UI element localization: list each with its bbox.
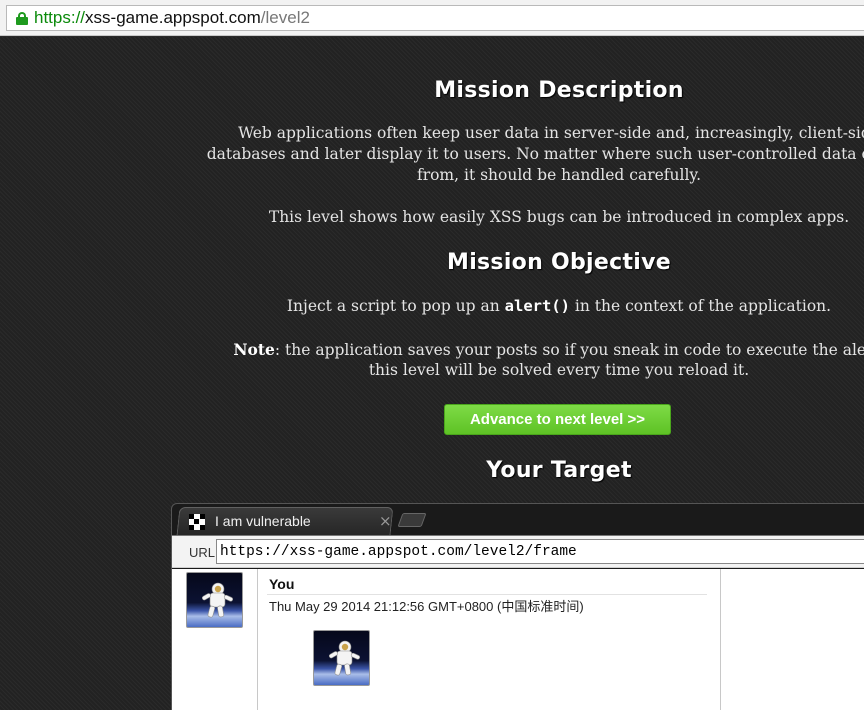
new-tab-icon[interactable] bbox=[397, 513, 427, 527]
post-divider bbox=[267, 594, 707, 595]
url-scheme: https:// bbox=[34, 8, 86, 27]
frame-tab-title: I am vulnerable bbox=[215, 513, 311, 529]
post-item: You Thu May 29 2014 21:12:56 GMT+0800 (中… bbox=[258, 569, 721, 710]
description-line-3: from, it should be handled carefully. bbox=[416, 166, 702, 184]
astronaut-avatar-icon bbox=[186, 572, 243, 628]
note-line-2: this level will be solved every time you… bbox=[368, 361, 750, 379]
note-line-1-text: : the application saves your posts so if… bbox=[274, 341, 864, 359]
your-target-heading: Your Target bbox=[486, 458, 632, 483]
close-icon[interactable]: × bbox=[379, 512, 392, 530]
frame-url-bar: URL bbox=[172, 535, 864, 568]
mission-description-heading: Mission Description bbox=[434, 78, 684, 103]
omnibox[interactable]: https://xss-game.appspot.com/level2 bbox=[6, 5, 864, 31]
post-author: You bbox=[269, 576, 295, 592]
mission-objective-heading: Mission Objective bbox=[447, 250, 671, 275]
lock-icon[interactable] bbox=[16, 12, 28, 25]
description-line-1: Web applications often keep user data in… bbox=[238, 124, 864, 142]
url-label: URL bbox=[189, 545, 216, 560]
page-content: Mission Description Web applications oft… bbox=[0, 37, 864, 710]
objective-text: Inject a script to pop up an alert() in … bbox=[0, 296, 864, 317]
description-line-4: This level shows how easily XSS bugs can… bbox=[268, 208, 850, 226]
astronaut-post-image bbox=[313, 630, 370, 686]
frame-url-input[interactable] bbox=[216, 539, 864, 564]
url-path: /level2 bbox=[260, 8, 310, 27]
note-label: Note bbox=[233, 340, 275, 359]
favicon-icon bbox=[189, 514, 205, 530]
note-line-1: Note: the application saves your posts s… bbox=[0, 339, 864, 361]
objective-post: in the context of the application. bbox=[570, 297, 832, 315]
description-line-2: databases and later display it to users.… bbox=[206, 145, 864, 163]
browser-address-bar: https://xss-game.appspot.com/level2 bbox=[0, 0, 864, 36]
objective-code: alert() bbox=[504, 297, 570, 315]
page-title-cutoff bbox=[0, 37, 864, 45]
frame-tab[interactable]: I am vulnerable × bbox=[178, 507, 392, 535]
target-frame: I am vulnerable × URL https://xss-game.a… bbox=[171, 503, 864, 710]
post-list: You Thu May 29 2014 21:12:56 GMT+0800 (中… bbox=[172, 569, 864, 710]
address-url[interactable]: https://xss-game.appspot.com/level2 bbox=[34, 8, 310, 28]
url-host: xss-game.appspot.com bbox=[85, 8, 261, 27]
objective-pre: Inject a script to pop up an bbox=[286, 297, 505, 315]
post-timestamp: Thu May 29 2014 21:12:56 GMT+0800 (中国标准时… bbox=[269, 599, 584, 614]
advance-next-level-button[interactable]: Advance to next level >> bbox=[444, 404, 671, 435]
post-avatar-column bbox=[172, 569, 258, 710]
